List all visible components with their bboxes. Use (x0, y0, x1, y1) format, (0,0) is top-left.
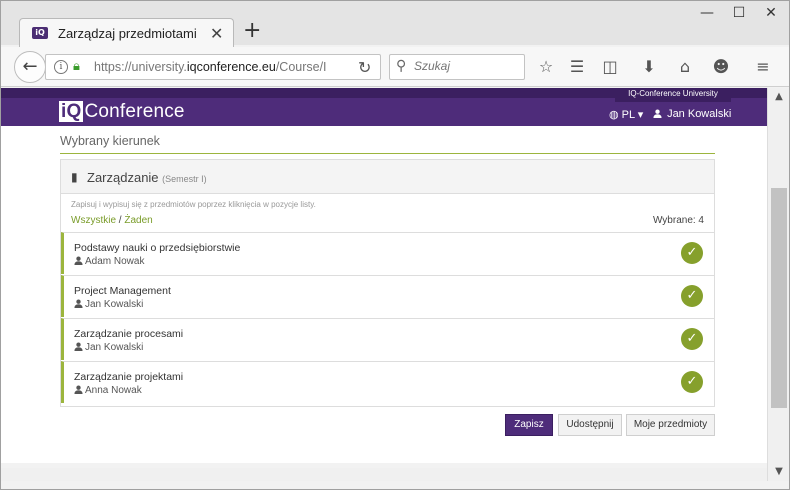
course-name: Podstawy nauki o przedsiębiorstwie (74, 242, 241, 254)
menu-icon[interactable]: ≡ (752, 56, 774, 78)
bookmark-star-icon[interactable]: ☆ (535, 56, 557, 78)
tab-title: Zarządzaj przedmiotami (58, 26, 197, 41)
course-teacher: Jan Kowalski (74, 299, 143, 310)
university-badge[interactable]: IQ-Conference University (615, 88, 731, 102)
language-label: PL (621, 109, 635, 121)
panel-hint: Zapisuj i wypisuj się z przedmiotów popr… (71, 200, 316, 209)
course-panel: ▮ Zarządzanie (Semestr I) Zapisuj i wypi… (60, 159, 715, 407)
user-menu[interactable]: Jan Kowalski (653, 108, 731, 120)
course-teacher: Jan Kowalski (74, 342, 143, 353)
section-title: Wybrany kierunek (60, 134, 715, 154)
globe-icon: ◍ (609, 109, 619, 121)
panel-header: ▮ Zarządzanie (Semestr I) (61, 160, 714, 194)
emoji-icon[interactable]: ☻ (710, 56, 732, 78)
share-button[interactable]: Udostępnij (558, 414, 622, 436)
page-viewport: IQ-Conference University iQ Conference ◍ … (1, 88, 767, 468)
course-item[interactable]: Zarządzanie procesami Jan Kowalski ✓ (61, 318, 714, 360)
navigation-bar: ← i 🔒︎ https://university.iqconference.e… (1, 47, 789, 87)
download-icon[interactable]: ⬇ (638, 56, 660, 78)
check-icon: ✓ (681, 371, 703, 393)
bottom-bar (1, 468, 767, 481)
course-item[interactable]: Podstawy nauki o przedsiębiorstwie Adam … (61, 232, 714, 274)
address-bar[interactable]: i 🔒︎ https://university.iqconference.eu/… (45, 54, 381, 80)
user-icon (653, 109, 662, 118)
vertical-scrollbar[interactable]: ▲ ▼ (767, 88, 789, 481)
title-bar: iQ Zarządzaj przedmiotami ✕ + — ☐ ✕ (1, 1, 789, 48)
reading-list-icon[interactable]: ☰ (566, 56, 588, 78)
minimize-button[interactable]: — (691, 1, 723, 25)
save-button[interactable]: Zapisz (505, 414, 553, 436)
course-teacher: Adam Nowak (74, 256, 144, 267)
scroll-up-arrow-icon[interactable]: ▲ (768, 88, 790, 106)
close-tab-icon[interactable]: ✕ (210, 24, 223, 43)
lock-icon: 🔒︎ (73, 59, 80, 74)
user-icon (74, 299, 83, 308)
info-icon[interactable]: i (54, 60, 68, 74)
home-icon[interactable]: ⌂ (674, 56, 696, 78)
url-text[interactable]: https://university.iqconference.eu/Cours… (94, 60, 327, 74)
course-teacher: Anna Nowak (74, 385, 142, 396)
pocket-icon[interactable]: ◫ (599, 56, 621, 78)
check-icon: ✓ (681, 285, 703, 307)
user-icon (74, 256, 83, 265)
search-icon: ⚲ (396, 58, 407, 74)
selection-links: Wszystkie / Żaden (71, 215, 153, 226)
user-icon (74, 342, 83, 351)
user-name: Jan Kowalski (667, 108, 732, 120)
search-input[interactable] (414, 59, 522, 73)
scrollbar-thumb[interactable] (771, 188, 787, 408)
book-icon: ▮ (71, 170, 78, 184)
browser-window: iQ Zarządzaj przedmiotami ✕ + — ☐ ✕ ← i … (0, 0, 790, 490)
course-item[interactable]: Project Management Jan Kowalski ✓ (61, 275, 714, 317)
reload-icon[interactable]: ↻ (358, 58, 371, 77)
my-courses-button[interactable]: Moje przedmioty (626, 414, 715, 436)
maximize-button[interactable]: ☐ (723, 1, 755, 25)
user-icon (74, 385, 83, 394)
browser-tab[interactable]: iQ Zarządzaj przedmiotami ✕ (19, 18, 234, 48)
course-item[interactable]: Zarządzanie projektami Anna Nowak ✓ (61, 361, 714, 403)
select-all-link[interactable]: Wszystkie (71, 215, 116, 226)
check-icon: ✓ (681, 242, 703, 264)
scroll-down-arrow-icon[interactable]: ▼ (768, 463, 790, 481)
site-favicon-icon: iQ (32, 27, 48, 39)
check-icon: ✓ (681, 328, 703, 350)
language-selector[interactable]: ◍ PL ▾ (609, 108, 643, 121)
course-name: Zarządzanie procesami (74, 328, 184, 340)
close-window-button[interactable]: ✕ (755, 1, 787, 25)
select-none-link[interactable]: Żaden (124, 215, 152, 226)
course-name: Zarządzanie projektami (74, 371, 184, 383)
new-tab-button[interactable]: + (243, 19, 261, 43)
back-button[interactable]: ← (14, 51, 46, 83)
panel-title: Zarządzanie (Semestr I) (87, 170, 207, 185)
selected-count: Wybrane: 4 (652, 215, 704, 226)
site-header: IQ-Conference University iQ Conference ◍ … (1, 88, 767, 126)
course-name: Project Management (74, 285, 171, 297)
caret-down-icon: ▾ (637, 109, 644, 121)
site-logo[interactable]: iQ Conference (59, 101, 185, 123)
search-bar[interactable]: ⚲ (389, 54, 525, 80)
